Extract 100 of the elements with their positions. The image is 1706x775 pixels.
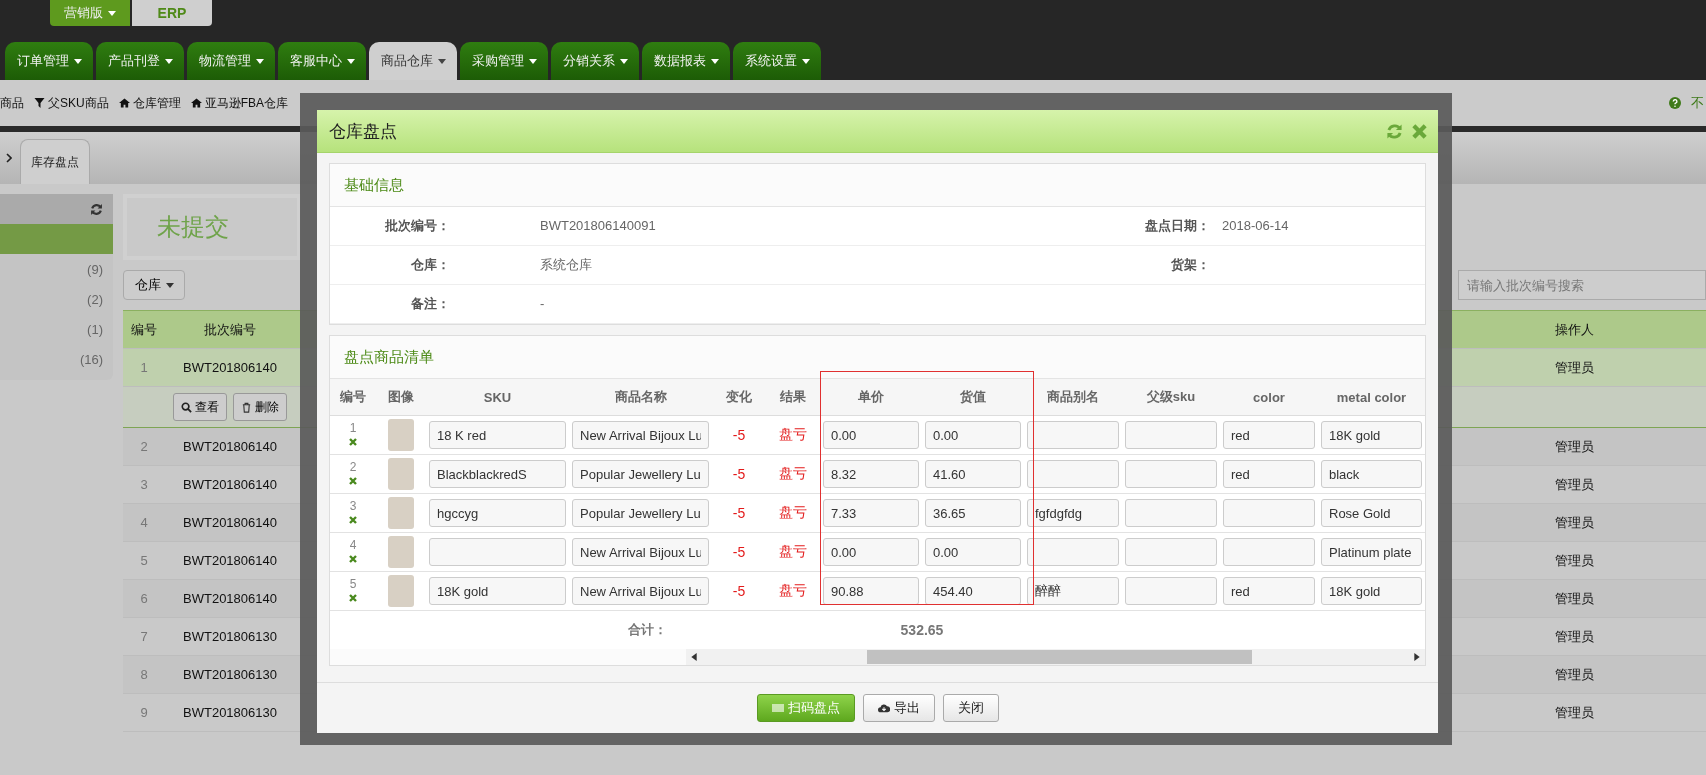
caret-icon (710, 59, 719, 65)
text-field[interactable]: 0.00 (925, 538, 1021, 566)
column-header: 编号 (340, 389, 366, 404)
caret-icon (801, 59, 810, 65)
status-title: 未提交 (157, 212, 229, 242)
text-field[interactable]: 18K gold (429, 577, 566, 605)
result-label: 盘亏 (779, 582, 807, 598)
text-field[interactable]: Rose Gold (1321, 499, 1422, 527)
cross-icon[interactable] (348, 436, 358, 447)
text-field[interactable] (1125, 538, 1217, 566)
text-field[interactable]: New Arrival Bijoux Lu (572, 538, 709, 566)
column-header: 批次编号 (203, 320, 257, 339)
text-field[interactable]: New Arrival Bijoux Lu (572, 577, 709, 605)
change-value: -5 (732, 466, 746, 482)
text-field[interactable]: 18 K red (429, 421, 566, 449)
row-action-button[interactable]: 查看 (173, 393, 227, 421)
nav-tab[interactable]: 订单管理 (5, 42, 93, 80)
nav-tab[interactable]: 分销关系 (551, 42, 639, 80)
text-field[interactable]: 0.00 (823, 538, 919, 566)
caret-icon (164, 59, 173, 65)
text-field[interactable]: Popular Jewellery Lu (572, 460, 709, 488)
text-field[interactable]: 18K gold (1321, 577, 1422, 605)
text-field[interactable]: red (1223, 577, 1315, 605)
text-field[interactable] (1125, 460, 1217, 488)
dialog-title: 仓库盘点 (329, 120, 397, 143)
filter-icon (34, 98, 45, 108)
text-field[interactable] (1125, 577, 1217, 605)
sidebar-item[interactable] (0, 224, 113, 254)
text-field[interactable]: red (1223, 421, 1315, 449)
text-field[interactable]: 8.32 (823, 460, 919, 488)
text-field[interactable] (1125, 421, 1217, 449)
change-value: -5 (732, 544, 746, 560)
row-action-button[interactable]: 删除 (233, 393, 287, 421)
page-tab[interactable]: 库存盘点 (20, 139, 90, 184)
subnav-link[interactable]: 商品 (0, 94, 24, 112)
arrow-right-icon[interactable] (1414, 653, 1420, 661)
table-cell-text: BWT201806140 (182, 477, 278, 492)
text-field[interactable]: Popular Jewellery Lu (572, 499, 709, 527)
text-field[interactable]: 0.00 (925, 421, 1021, 449)
total-label: 合计： (628, 622, 667, 637)
dialog-button[interactable]: 导出 (862, 694, 935, 722)
text-field[interactable]: 41.60 (925, 460, 1021, 488)
subnav-link[interactable]: 亚马逊FBA仓库 (190, 94, 289, 112)
text-field[interactable] (1027, 421, 1119, 449)
text-field[interactable]: 7.33 (823, 499, 919, 527)
table-cell-text: 管理员 (1553, 551, 1595, 570)
nav-tab[interactable]: 产品刊登 (96, 42, 184, 80)
horizontal-scrollbar[interactable] (686, 649, 1425, 665)
text-field[interactable]: 90.88 (823, 577, 919, 605)
nav-tab[interactable]: 数据报表 (642, 42, 730, 80)
cross-icon[interactable] (348, 553, 358, 564)
nav-tab[interactable]: 商品仓库 (369, 42, 457, 80)
dialog-button[interactable]: 关闭 (942, 694, 999, 722)
refresh-icon[interactable] (90, 202, 103, 216)
table-cell-text: 管理员 (1553, 437, 1595, 456)
text-field[interactable]: Platinum plate (1321, 538, 1422, 566)
text-field[interactable] (1027, 460, 1119, 488)
text-field[interactable]: hgccyg (429, 499, 566, 527)
photo-placeholder (388, 497, 414, 529)
table-cell-text: BWT201806130 (182, 667, 278, 682)
text-field[interactable]: 18K gold (1321, 421, 1422, 449)
field-value: BWT201806140091 (540, 218, 656, 233)
text-field[interactable]: 醉醉 (1027, 577, 1119, 605)
text-field[interactable] (1223, 499, 1315, 527)
text-field[interactable]: New Arrival Bijoux Lu (572, 421, 709, 449)
table-cell-text: 5 (139, 553, 149, 568)
text-field[interactable]: red (1223, 460, 1315, 488)
text-field[interactable]: 0.00 (823, 421, 919, 449)
nav-tab[interactable]: 采购管理 (460, 42, 548, 80)
caret-icon (165, 283, 174, 289)
close-icon[interactable] (1411, 122, 1428, 140)
photo-placeholder (388, 419, 414, 451)
text-field[interactable]: BlackblackredS (429, 460, 566, 488)
cross-icon[interactable] (348, 592, 358, 603)
text-field[interactable]: 454.40 (925, 577, 1021, 605)
text-field[interactable] (1223, 538, 1315, 566)
text-field[interactable] (429, 538, 566, 566)
subnav-link[interactable]: 父SKU商品 (34, 94, 109, 112)
text-field[interactable]: fgfdgfdg (1027, 499, 1119, 527)
field-label: 盘点日期： (880, 207, 1210, 246)
column-header: color (1253, 389, 1285, 405)
table-cell-text: BWT201806140 (182, 591, 278, 606)
text-field[interactable]: black (1321, 460, 1422, 488)
nav-tab[interactable]: 物流管理 (187, 42, 275, 80)
cross-icon[interactable] (348, 514, 358, 525)
chevron-right-icon[interactable] (6, 153, 12, 163)
nav-tab[interactable]: 客服中心 (278, 42, 366, 80)
scrollbar-thumb[interactable] (867, 650, 1252, 664)
warehouse-dropdown[interactable]: 仓库 (123, 270, 185, 300)
nav-tab[interactable]: 系统设置 (733, 42, 821, 80)
result-label: 盘亏 (779, 465, 807, 481)
cross-icon[interactable] (348, 475, 358, 486)
subnav-link[interactable]: 仓库管理 (118, 94, 181, 112)
text-field[interactable]: 36.65 (925, 499, 1021, 527)
result-label: 盘亏 (779, 426, 807, 442)
search-field[interactable]: 请输入批次编号搜索 (1458, 270, 1706, 300)
text-field[interactable] (1125, 499, 1217, 527)
arrow-left-icon[interactable] (691, 653, 697, 661)
text-field[interactable] (1027, 538, 1119, 566)
table-cell-text: BWT201806140 (182, 515, 278, 530)
